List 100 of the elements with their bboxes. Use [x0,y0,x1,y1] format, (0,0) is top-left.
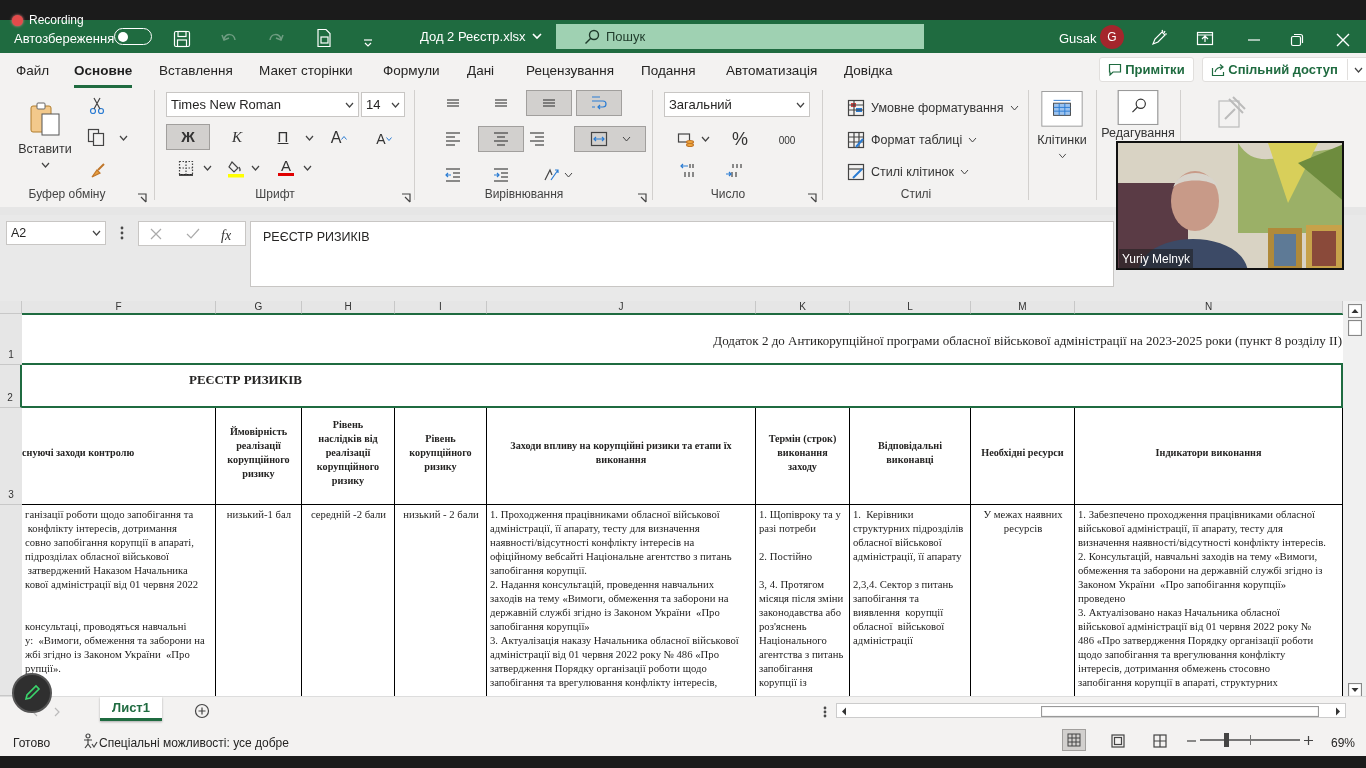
align-left-icon [444,130,462,148]
caret-icon [40,162,50,169]
close-icon[interactable] [1336,32,1350,47]
save-icon[interactable] [173,29,191,48]
present-icon[interactable] [1196,30,1214,47]
column-header[interactable]: K [756,301,850,314]
name-box[interactable]: A2 [6,221,106,245]
ribbon-tab[interactable]: Довідка [844,59,893,86]
column-header[interactable]: F [22,301,216,314]
dialog-launcher-icon[interactable] [401,193,411,203]
user-avatar[interactable]: G [1100,25,1124,49]
check-icon[interactable] [186,228,200,240]
ribbon-tab[interactable]: Автоматизація [726,59,818,86]
caret-icon[interactable] [701,136,710,142]
currency-icon[interactable] [677,131,695,147]
caret-icon[interactable] [119,135,128,141]
ribbon-tab[interactable]: Рецензування [526,59,614,86]
ribbon-tab[interactable]: Основне [74,59,133,89]
ribbon-tab[interactable]: Дані [467,59,495,86]
number-format-field[interactable]: Загальний [664,92,810,117]
thousands-button[interactable]: 000 [774,130,800,150]
format-painter-icon[interactable] [89,161,107,179]
scroll-right-icon[interactable] [1333,706,1343,717]
row-header[interactable]: 2 [0,365,22,408]
zoom-slider-thumb[interactable] [1224,733,1229,747]
font-color-button[interactable]: A [277,156,295,178]
caret-icon[interactable] [303,165,312,171]
share-button[interactable]: Спільний доступ [1211,59,1338,80]
column-header[interactable]: J [487,301,756,314]
grow-font-button[interactable]: A [326,126,352,150]
column-header[interactable]: L [850,301,971,314]
column-header[interactable]: N [1075,301,1343,314]
editing-button[interactable]: Редагування [1100,89,1176,141]
dialog-launcher-icon[interactable] [137,193,147,203]
ribbon-tab[interactable]: Файл [16,59,50,86]
more-icon[interactable] [120,226,124,240]
zoom-level[interactable]: 69% [1331,734,1356,752]
borders-icon[interactable] [178,160,194,176]
row-header[interactable]: 1 [0,314,22,365]
accessibility-status[interactable]: Спеціальні можливості: усе добре [99,734,289,752]
column-header[interactable]: H [302,301,395,314]
bold-button[interactable]: Ж [166,124,210,150]
caret-icon[interactable] [305,135,314,141]
page-break-icon[interactable] [1153,734,1167,748]
column-header[interactable]: G [216,301,302,314]
caret-icon[interactable] [203,165,212,171]
document-icon[interactable] [315,27,333,48]
column-header[interactable]: M [971,301,1075,314]
file-name-menu[interactable]: Дод 2 Реєстр.xlsx [420,27,542,47]
sheet-tab[interactable]: Лист1 [100,697,162,721]
zoom-slider[interactable] [1198,733,1302,747]
shrink-font-button[interactable]: A [372,128,396,150]
share-split-button[interactable]: Спільний доступ [1202,57,1366,82]
ribbon-tab[interactable]: Вставлення [159,59,233,86]
zoom-in-icon[interactable] [1304,736,1313,745]
copy-icon[interactable] [87,128,105,146]
pen-icon[interactable] [1150,28,1168,47]
group-label: Шрифт [254,186,296,203]
align-bottom-button[interactable] [526,90,572,116]
formula-field[interactable]: РЕЄСТР РИЗИКІВ [250,221,1114,287]
font-name-field[interactable]: Times New Roman [166,92,359,117]
dialog-launcher-icon[interactable] [807,193,817,203]
underline-button[interactable]: П [266,124,300,150]
comment-icon [1108,63,1122,76]
page-layout-icon[interactable] [1111,734,1125,748]
row-header[interactable] [0,505,22,696]
more-icon[interactable] [823,706,827,718]
column-header[interactable]: I [395,301,487,314]
increase-decimal-icon[interactable] [725,161,743,179]
add-sheet-icon[interactable] [194,703,210,719]
insert-function-button[interactable]: fx [220,224,233,247]
percent-button[interactable]: % [728,126,752,152]
scroll-thumb[interactable] [1041,706,1319,717]
dialog-launcher-icon[interactable] [637,193,647,203]
paste-button[interactable]: Вставити [17,94,73,176]
styles-menu-button[interactable]: Формат таблиці [846,128,979,152]
scroll-up-icon[interactable] [1348,304,1362,318]
vertical-scrollbar[interactable] [1343,301,1366,696]
accessibility-icon[interactable] [82,733,98,749]
merge-button[interactable] [574,126,646,152]
font-size-field[interactable]: 14 [361,92,405,117]
scroll-thumb[interactable] [1348,320,1362,336]
styles-menu-button[interactable]: Умовне форматування [846,96,1020,120]
italic-button[interactable]: К [215,124,259,150]
ribbon-tab[interactable]: Подання [641,59,696,86]
align-center-button[interactable] [478,126,524,152]
row-header[interactable]: 3 [0,408,22,505]
scissors-icon[interactable] [89,97,105,115]
scroll-left-icon[interactable] [839,706,849,717]
ribbon-tab[interactable]: Макет сторінки [259,59,353,86]
cells-button[interactable]: Клітинки [1032,90,1092,160]
customize-caret-icon[interactable] [363,38,373,47]
decrease-decimal-icon[interactable] [679,161,697,179]
search-field[interactable]: Пошук [556,24,924,49]
ribbon-tab[interactable]: Формули [383,59,440,86]
scroll-down-icon[interactable] [1348,683,1362,697]
normal-view-button[interactable] [1062,729,1086,751]
restore-icon[interactable] [1290,32,1304,47]
caret-icon[interactable] [251,165,260,171]
styles-menu-button[interactable]: Стилі клітинок [846,160,970,184]
